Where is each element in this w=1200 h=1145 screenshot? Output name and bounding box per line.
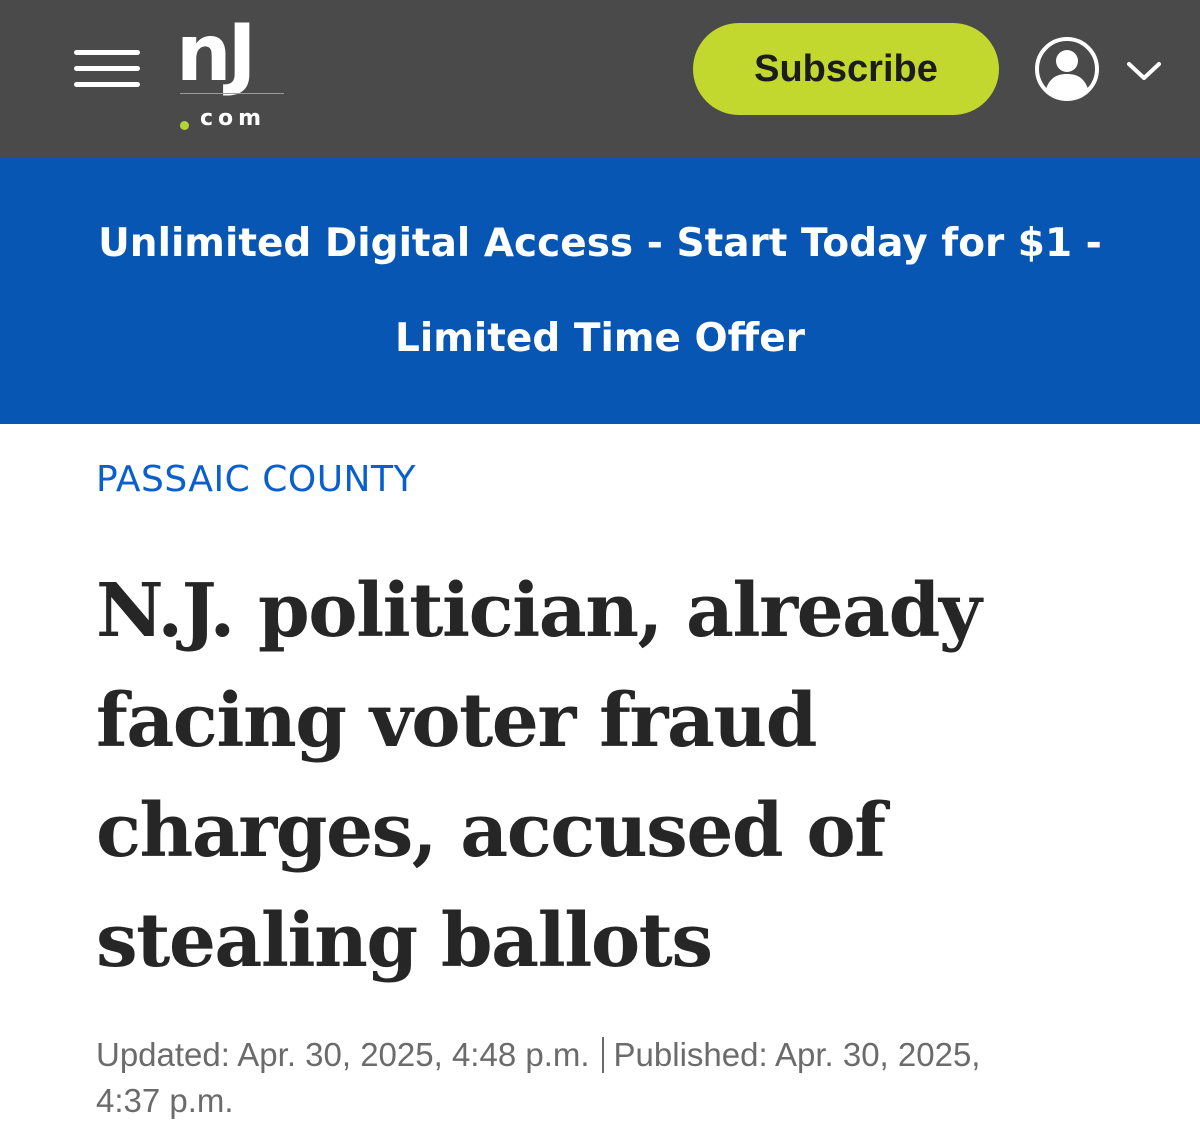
chevron-down-icon[interactable] bbox=[1126, 55, 1162, 85]
headline-line: stealing ballots bbox=[96, 898, 713, 984]
promo-banner[interactable]: Unlimited Digital Access - Start Today f… bbox=[0, 157, 1200, 424]
logo-dot bbox=[180, 121, 189, 130]
promo-banner-line-1: Unlimited Digital Access - Start Today f… bbox=[98, 221, 1102, 266]
site-header: nJ com Subscribe bbox=[0, 0, 1200, 157]
headline-line: N.J. politician, already bbox=[96, 568, 982, 654]
site-logo[interactable]: nJ com bbox=[176, 9, 288, 131]
article-headline: N.J. politician, already facing voter fr… bbox=[96, 556, 1136, 996]
logo-divider bbox=[180, 93, 284, 94]
logo-wordmark: nJ bbox=[176, 9, 257, 99]
headline-line: charges, accused of bbox=[96, 788, 886, 874]
headline-line: facing voter fraud bbox=[96, 678, 817, 764]
hamburger-menu-icon[interactable] bbox=[74, 50, 140, 88]
article-timestamps: Updated: Apr. 30, 2025, 4:48 p.m. Publish… bbox=[96, 1032, 1136, 1124]
section-label[interactable]: PASSAIC COUNTY bbox=[96, 458, 416, 502]
logo-suffix: com bbox=[200, 106, 267, 131]
subscribe-button[interactable]: Subscribe bbox=[693, 23, 999, 115]
published-timestamp: Published: Apr. 30, 2025, bbox=[613, 1036, 981, 1073]
user-account-icon[interactable] bbox=[1034, 36, 1100, 102]
timestamp-separator bbox=[601, 1037, 604, 1073]
promo-banner-line-2: Limited Time Offer bbox=[395, 316, 805, 361]
published-timestamp-time: 4:37 p.m. bbox=[96, 1082, 234, 1119]
updated-timestamp: Updated: Apr. 30, 2025, 4:48 p.m. bbox=[96, 1036, 590, 1073]
